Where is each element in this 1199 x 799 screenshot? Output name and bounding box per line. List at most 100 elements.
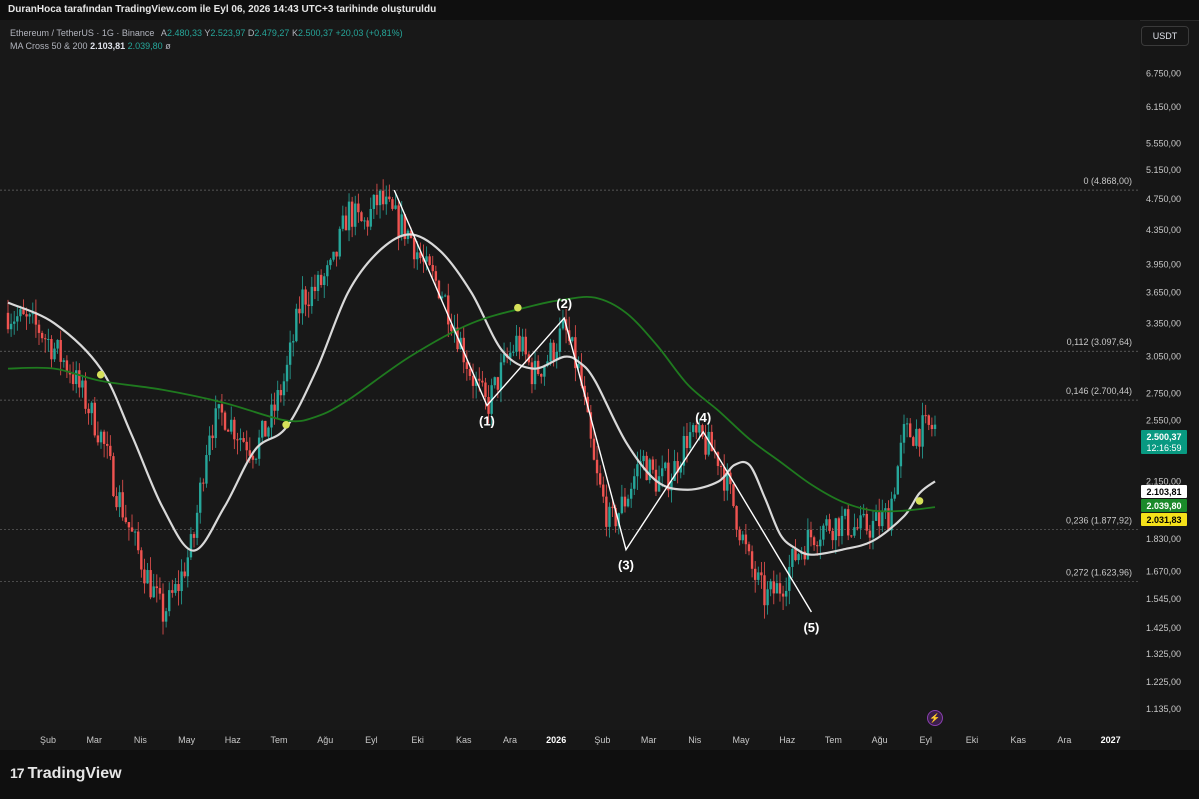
price-chart[interactable]: 0 (4.868,00) 0,112 (3.097,64) 0,146 (2.700… <box>0 20 1140 730</box>
candle-body <box>9 323 13 330</box>
candle-body <box>75 370 78 385</box>
candle-body <box>592 438 596 460</box>
candle-body <box>394 205 397 209</box>
ma-cross-marker <box>915 497 924 505</box>
candle-body <box>791 548 794 567</box>
candle-body <box>425 256 428 262</box>
candle-body <box>40 332 44 339</box>
candle-body <box>850 535 853 537</box>
candle-body <box>59 339 62 362</box>
candle-body <box>741 534 744 541</box>
ma-cross-marker <box>96 370 105 379</box>
candle-body <box>633 476 636 489</box>
candle-body <box>760 572 763 576</box>
candle-body <box>233 419 236 440</box>
candle-body <box>512 351 515 353</box>
legend-high: 2.523,97 <box>210 28 246 38</box>
candle-body <box>298 308 301 314</box>
candle-body <box>431 265 434 272</box>
candle-body <box>183 571 186 577</box>
candle-body <box>645 455 648 481</box>
candle-body <box>90 402 93 414</box>
candle-body <box>837 518 841 536</box>
candle-body <box>735 506 738 530</box>
candle-body <box>797 554 800 561</box>
candle-body <box>443 295 447 297</box>
candle-body <box>155 586 159 589</box>
candle-body <box>530 362 534 385</box>
candle-body <box>478 378 481 381</box>
candle-body <box>332 251 335 260</box>
candle-body <box>363 220 366 222</box>
candle-body <box>158 588 162 594</box>
candle-body <box>161 593 165 622</box>
candle-body <box>778 583 782 594</box>
candle-body <box>245 441 248 451</box>
legend-ma50-value: 2.103,81 <box>90 41 126 51</box>
candle-body <box>732 484 735 507</box>
candle-body <box>143 569 146 584</box>
candle-body <box>267 427 270 437</box>
candle-body <box>273 404 276 411</box>
currency-button[interactable]: USDT <box>1141 26 1189 46</box>
candle-body <box>335 251 338 257</box>
candle-body <box>199 482 202 513</box>
candle-body <box>62 360 66 362</box>
legend-close: 2.500,37 <box>297 28 334 38</box>
candle-body <box>357 203 360 213</box>
legend-symbol[interactable]: Ethereum / TetherUS · 1G · Binance <box>10 28 154 38</box>
tradingview-logo[interactable]: 17 TradingView <box>10 765 122 783</box>
candle-body <box>254 458 258 460</box>
candle-body <box>53 348 56 360</box>
candle-body <box>828 519 831 531</box>
candle-body <box>598 473 602 485</box>
candle-body <box>930 424 934 430</box>
candle-body <box>171 590 174 593</box>
candle-body <box>220 404 224 413</box>
candle-body <box>623 496 627 507</box>
candle-body <box>208 435 211 456</box>
candle-body <box>840 515 844 536</box>
candle-body <box>140 550 143 570</box>
candle-body <box>608 506 611 527</box>
candle-body <box>180 571 183 592</box>
candle-body <box>50 338 53 360</box>
candle-body <box>288 342 292 365</box>
candle-body <box>695 425 698 433</box>
candle-body <box>552 342 555 361</box>
wave-label: (1) <box>479 413 495 428</box>
candle-body <box>899 442 903 467</box>
candle-body <box>152 586 155 598</box>
candle-body <box>912 437 915 446</box>
candle-body <box>217 404 221 409</box>
candle-body <box>44 338 47 340</box>
candle-body <box>794 548 797 561</box>
candle-body <box>856 527 859 529</box>
candle-body <box>350 201 354 227</box>
plot-area[interactable]: 0 (4.868,00) 0,112 (3.097,64) 0,146 (2.700… <box>0 20 1140 730</box>
candle-body <box>230 419 233 432</box>
candle-body <box>868 530 872 538</box>
candle-body <box>47 338 50 340</box>
fib-level-label: 0,272 (1.623,96) <box>1066 567 1132 577</box>
candle-body <box>890 498 893 531</box>
legend-ma-label[interactable]: MA Cross 50 & 200 <box>10 41 88 51</box>
candle-body <box>202 482 205 484</box>
candle-body <box>37 324 41 333</box>
lightning-icon[interactable]: ⚡ <box>927 710 943 726</box>
candle-body <box>344 215 348 231</box>
candle-body <box>496 377 500 390</box>
fib-level-label: 0 (4.868,00) <box>1083 176 1132 186</box>
candle-body <box>282 381 286 396</box>
candle-body <box>226 429 230 432</box>
candle-body <box>865 513 868 531</box>
candle-body <box>366 220 369 227</box>
candle-body <box>493 377 496 386</box>
candle-body <box>106 443 109 446</box>
candle-body <box>819 539 822 547</box>
top-caption-bar: DuranHoca tarafından TradingView.com ile… <box>0 0 1199 20</box>
candle-body <box>772 581 775 594</box>
candle-body <box>834 518 837 541</box>
candle-body <box>533 360 537 385</box>
candle-body <box>499 362 503 390</box>
